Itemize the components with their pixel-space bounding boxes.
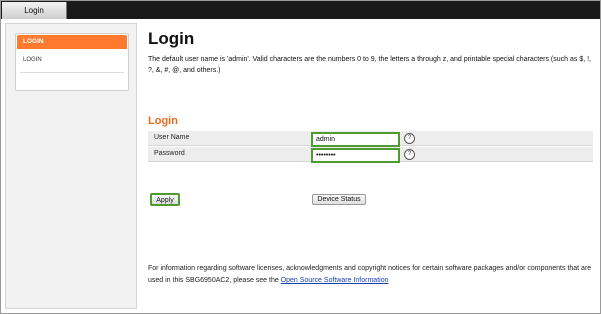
help-icon[interactable]: ? xyxy=(404,133,415,144)
device-status-button[interactable]: Device Status xyxy=(312,194,366,205)
login-form: User Name admin ? Password •••••••• ? xyxy=(148,131,593,163)
password-label: Password xyxy=(154,150,185,157)
open-source-link[interactable]: Open Source Software Information xyxy=(281,277,389,284)
username-field[interactable]: admin xyxy=(311,132,400,147)
intro-text: The default user name is 'admin'. Valid … xyxy=(148,56,591,74)
top-tab-bar: Login xyxy=(1,1,600,19)
section-title: Login xyxy=(148,115,178,127)
sidebar-item-login-header[interactable]: LOGIN xyxy=(17,35,127,49)
sidebar-menu: LOGIN LOGIN xyxy=(15,33,129,91)
form-row-username: User Name admin ? xyxy=(148,131,593,147)
tab-login[interactable]: Login xyxy=(2,2,67,19)
form-row-password: Password •••••••• ? xyxy=(148,147,593,163)
sidebar-divider xyxy=(20,72,124,73)
password-field[interactable]: •••••••• xyxy=(311,148,400,163)
username-label: User Name xyxy=(154,134,190,141)
sidebar: LOGIN LOGIN xyxy=(5,23,137,309)
sidebar-item-login[interactable]: LOGIN xyxy=(17,53,127,67)
apply-button[interactable]: Apply xyxy=(150,193,180,206)
page-title: Login xyxy=(148,29,195,48)
footer-note: For information regarding software licen… xyxy=(148,263,593,287)
help-icon[interactable]: ? xyxy=(404,149,415,160)
